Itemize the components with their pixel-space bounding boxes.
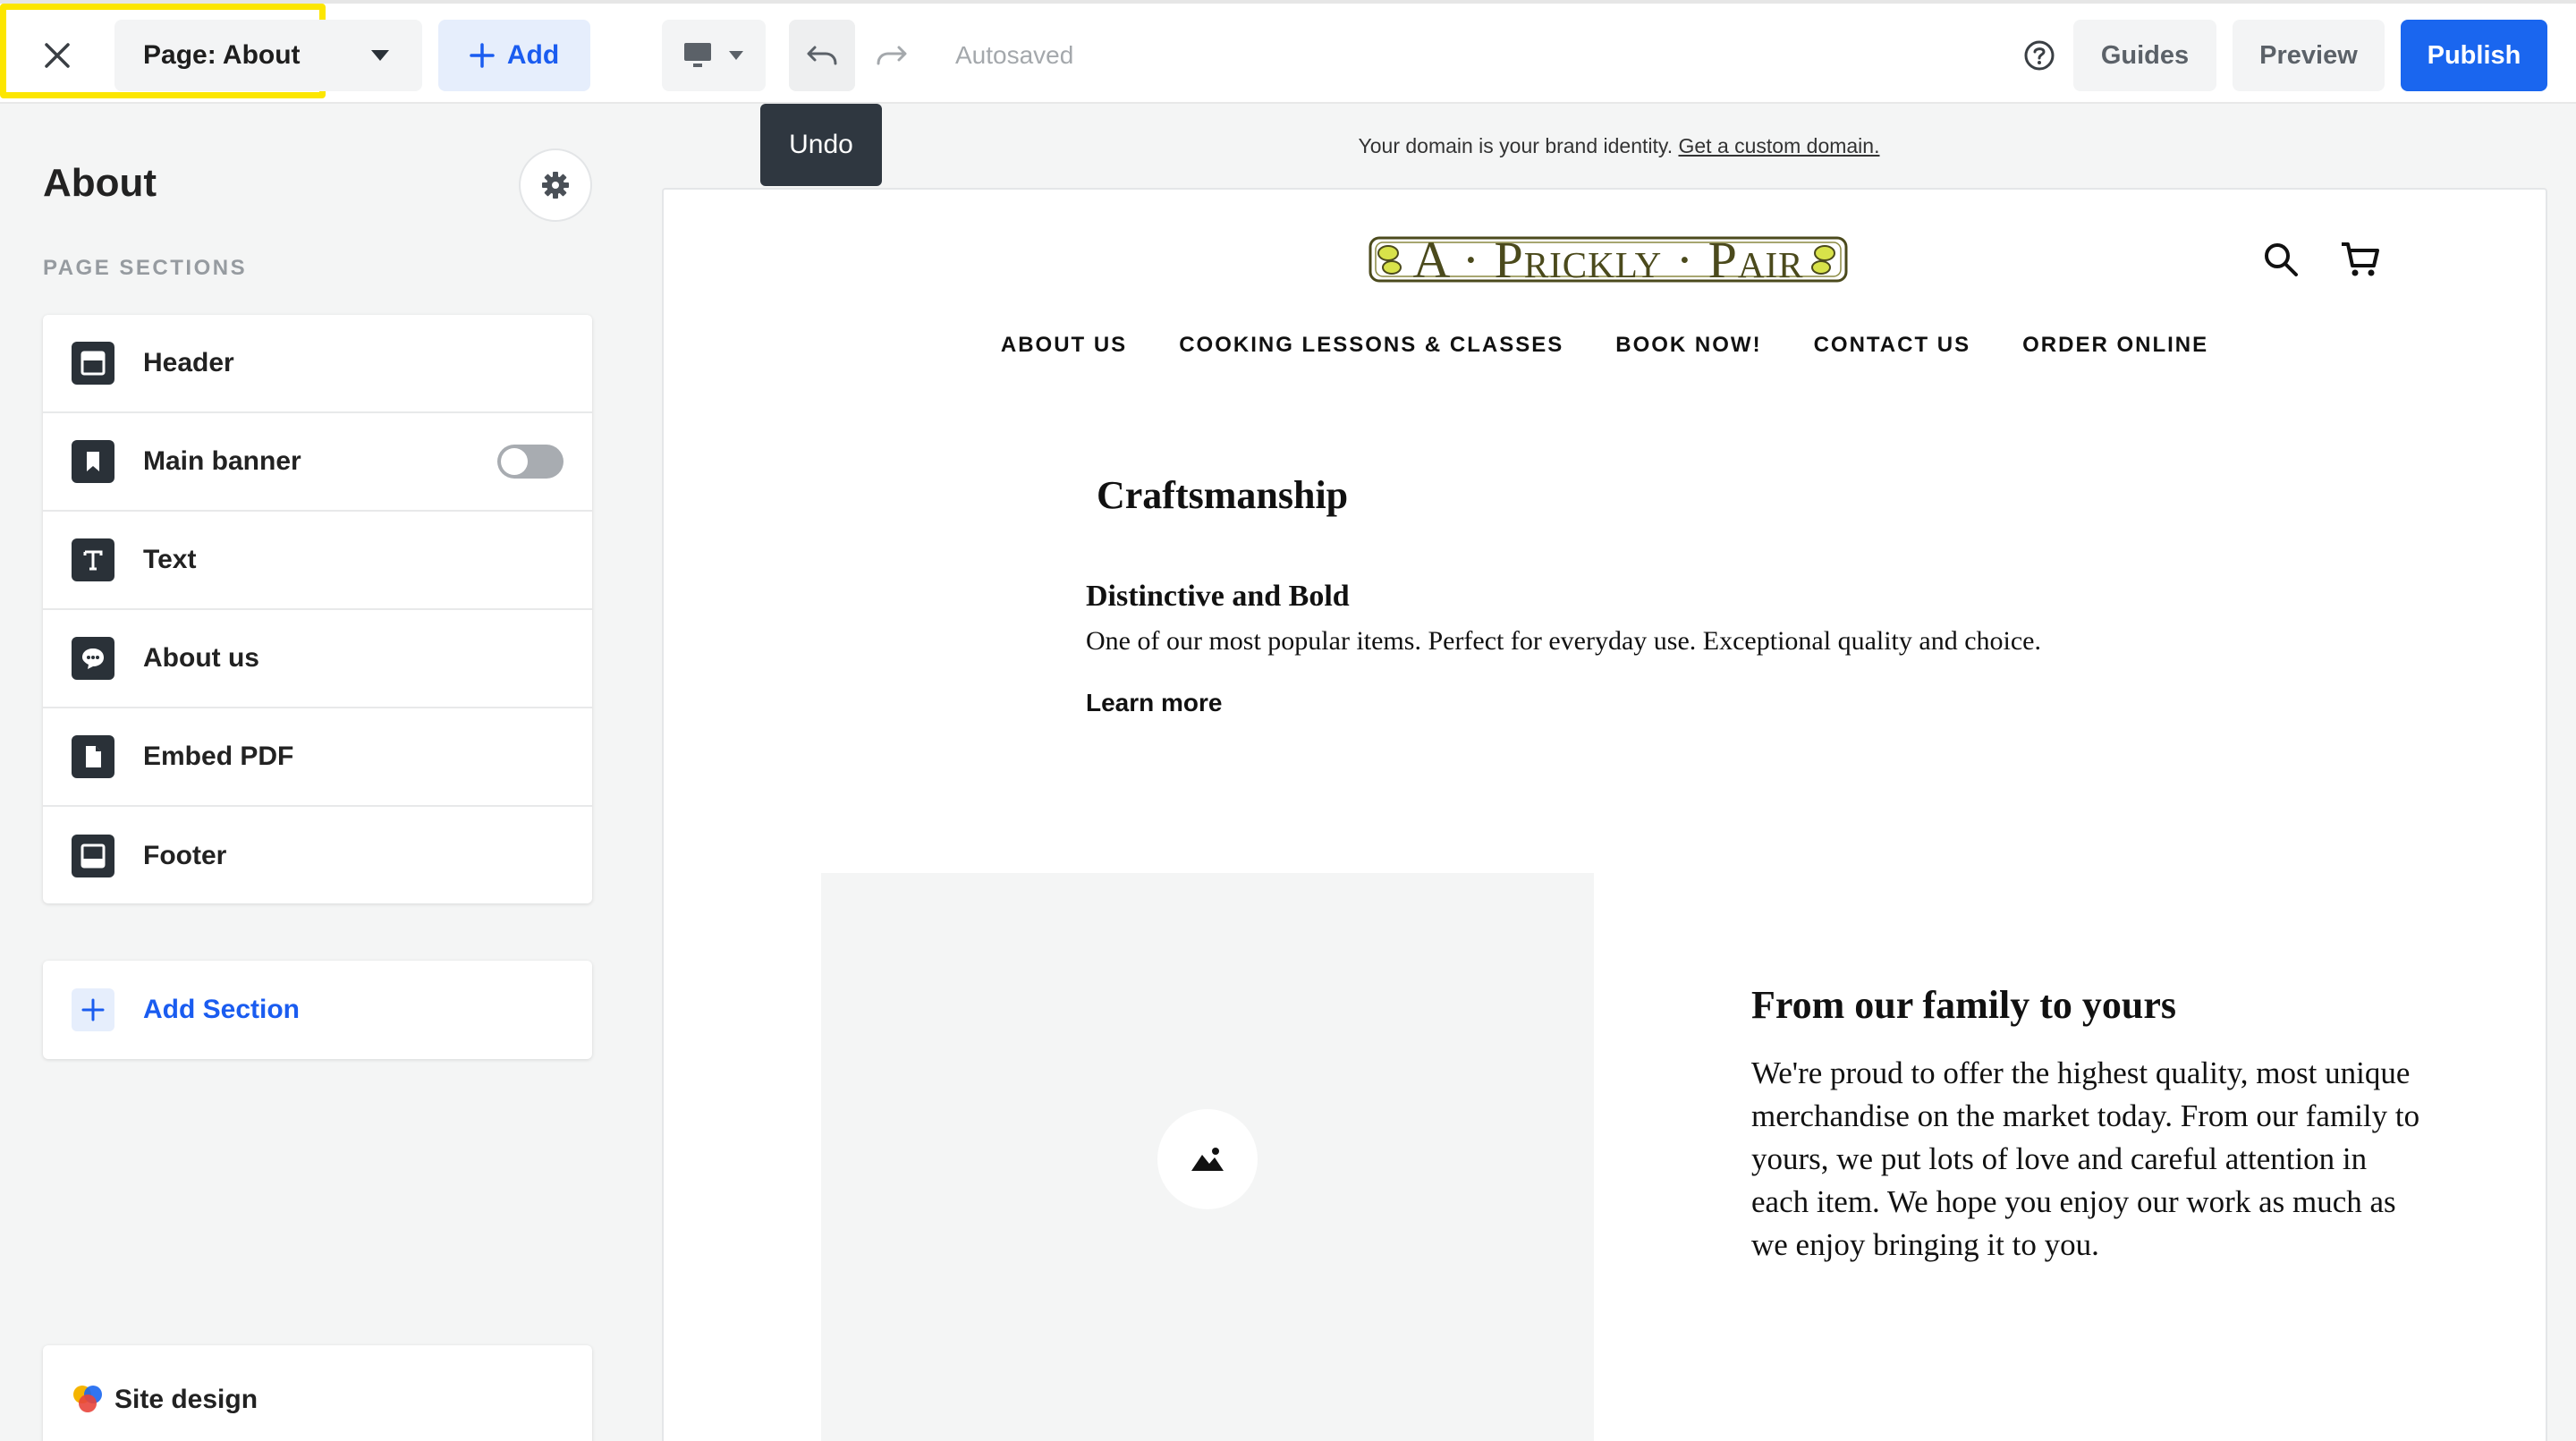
logo-text: A · Prickly · Pair [1412, 230, 1804, 289]
learn-more-link[interactable]: Learn more [1086, 689, 1223, 717]
document-section-icon [72, 735, 114, 778]
family-paragraph: We're proud to offer the highest quality… [1751, 1055, 2420, 1262]
footer-section-icon [72, 835, 114, 877]
site-design-button[interactable]: Site design [43, 1345, 592, 1441]
close-editor-button[interactable] [21, 20, 93, 91]
distinctive-subheading: Distinctive and Bold [1086, 580, 1350, 613]
family-heading: From our family to yours [1751, 983, 2176, 1027]
section-item-label: About us [143, 643, 259, 673]
nav-link-about-us[interactable]: ABOUT US [1001, 333, 1127, 358]
close-icon [45, 43, 70, 68]
header-section-icon [72, 342, 114, 385]
text-section-icon [72, 538, 114, 581]
section-item-label: Footer [143, 841, 227, 870]
section-item-text[interactable]: Text [43, 512, 592, 610]
distinctive-paragraph: One of our most popular items. Perfect f… [1086, 626, 2041, 656]
help-icon [2024, 40, 2055, 71]
nav-link-book-now[interactable]: BOOK NOW! [1615, 333, 1761, 358]
add-button[interactable]: Add [438, 20, 590, 91]
autosave-status: Autosaved [955, 41, 1074, 69]
desktop-icon [684, 43, 711, 67]
image-placeholder[interactable] [821, 873, 1594, 1441]
section-item-about-us[interactable]: About us [43, 610, 592, 708]
caret-down-icon [371, 50, 389, 61]
site-logo[interactable]: A · Prickly · Pair [1367, 230, 1850, 289]
add-button-label: Add [506, 40, 560, 70]
sidebar: About PAGE SECTIONS Header Main banner T… [0, 104, 635, 1441]
site-preview-canvas[interactable]: A · Prickly · Pair ABOUT US COOKING LESS… [662, 188, 2547, 1441]
site-navigation: ABOUT US COOKING LESSONS & CLASSES BOOK … [664, 333, 2546, 358]
gear-icon [542, 172, 569, 199]
nav-link-order-online[interactable]: ORDER ONLINE [2022, 333, 2208, 358]
craftsmanship-heading: Craftsmanship [1097, 473, 1349, 517]
device-preview-dropdown[interactable] [662, 20, 766, 91]
page-settings-button[interactable] [519, 148, 592, 222]
search-icon[interactable] [2261, 240, 2301, 279]
undo-icon [807, 46, 837, 65]
page-sections-list: Header Main banner Text About us Embed P… [43, 315, 592, 903]
page-select-label: Page: About [143, 40, 301, 70]
add-section-button[interactable]: Add Section [43, 961, 592, 1059]
sidebar-title: About [43, 161, 157, 205]
undo-button[interactable] [789, 20, 855, 91]
section-item-label: Embed PDF [143, 742, 294, 771]
add-section-label: Add Section [143, 995, 301, 1024]
palette-icon [73, 1386, 102, 1412]
site-design-label: Site design [114, 1385, 258, 1414]
nav-link-contact-us[interactable]: CONTACT US [1814, 333, 1971, 358]
image-icon [1191, 1148, 1224, 1171]
custom-domain-banner: Your domain is your brand identity. Get … [662, 134, 2576, 158]
section-item-label: Header [143, 348, 234, 377]
custom-domain-link[interactable]: Get a custom domain. [1678, 134, 1879, 157]
section-item-header[interactable]: Header [43, 315, 592, 413]
editor-toolbar: Page: About Add Autosaved Guides Preview… [0, 0, 2576, 104]
caret-down-icon [729, 51, 743, 60]
help-button[interactable] [2004, 20, 2075, 91]
page-sections-heading: PAGE SECTIONS [43, 256, 248, 280]
section-item-label: Text [143, 545, 197, 574]
section-item-footer[interactable]: Footer [43, 807, 592, 903]
banner-section-icon [72, 440, 114, 483]
preview-button[interactable]: Preview [2233, 20, 2385, 91]
domain-note-text: Your domain is your brand identity. [1358, 134, 1674, 157]
section-item-main-banner[interactable]: Main banner [43, 413, 592, 512]
nav-link-cooking-lessons[interactable]: COOKING LESSONS & CLASSES [1179, 333, 1563, 358]
main-banner-visibility-toggle[interactable] [497, 445, 564, 479]
publish-button[interactable]: Publish [2401, 20, 2547, 91]
plus-icon [470, 43, 495, 68]
image-upload-button[interactable] [1157, 1109, 1258, 1209]
chat-section-icon [72, 637, 114, 680]
redo-icon [877, 46, 907, 65]
section-item-embed-pdf[interactable]: Embed PDF [43, 708, 592, 807]
guides-button[interactable]: Guides [2073, 20, 2216, 91]
redo-button[interactable] [859, 20, 925, 91]
plus-icon [72, 988, 114, 1031]
section-item-label: Main banner [143, 446, 301, 476]
page-select-dropdown[interactable]: Page: About [114, 20, 422, 91]
cart-icon[interactable] [2340, 240, 2381, 279]
